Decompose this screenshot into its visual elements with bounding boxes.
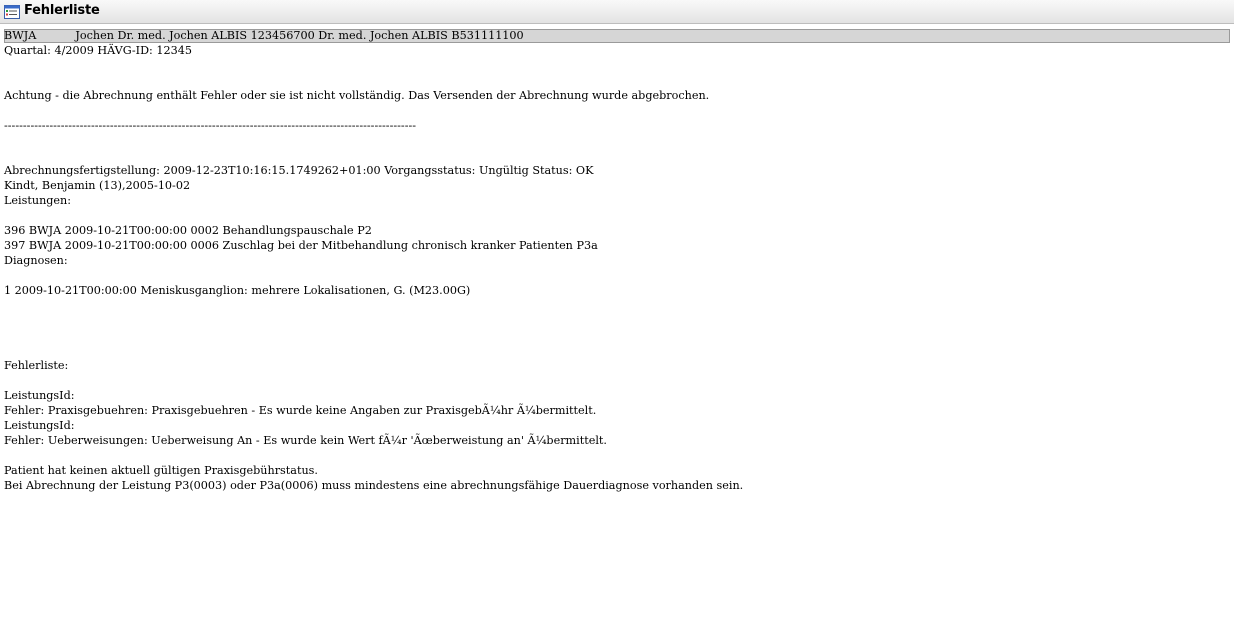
text-line: Fehler: Ueberweisungen: Ueberweisung An …: [4, 434, 607, 447]
text-line: Fehlerliste:: [4, 359, 69, 372]
text-line: Quartal: 4/2009 HÄVG-ID: 12345: [4, 44, 192, 57]
text-line: Patient hat keinen aktuell gültigen Prax…: [4, 464, 318, 477]
window-titlebar[interactable]: Fehlerliste: [0, 0, 1234, 24]
text-line: BWJA Jochen Dr. med. Jochen ALBIS 123456…: [4, 29, 524, 42]
separator-line: ----------------------------------------…: [4, 119, 417, 132]
text-line: Bei Abrechnung der Leistung P3(0003) ode…: [4, 479, 744, 492]
text-line: 1 2009-10-21T00:00:00 Meniskusganglion: …: [4, 284, 471, 297]
text-line: Diagnosen:: [4, 254, 68, 267]
text-line: 396 BWJA 2009-10-21T00:00:00 0002 Behand…: [4, 224, 372, 237]
text-line: Fehler: Praxisgebuehren: Praxisgebuehren…: [4, 404, 597, 417]
error-list-text-area[interactable]: [0, 24, 1234, 632]
text-line: Abrechnungsfertigstellung: 2009-12-23T10…: [4, 164, 594, 177]
text-line: Kindt, Benjamin (13),2005-10-02: [4, 179, 191, 192]
list-window-icon: [4, 5, 20, 19]
text-line: Leistungen:: [4, 194, 72, 207]
text-line: LeistungsId:: [4, 389, 75, 402]
window-title: Fehlerliste: [24, 3, 100, 18]
text-line: 397 BWJA 2009-10-21T00:00:00 0006 Zuschl…: [4, 239, 598, 252]
text-line: Achtung - die Abrechnung enthält Fehler …: [4, 89, 710, 102]
text-line: LeistungsId:: [4, 419, 75, 432]
